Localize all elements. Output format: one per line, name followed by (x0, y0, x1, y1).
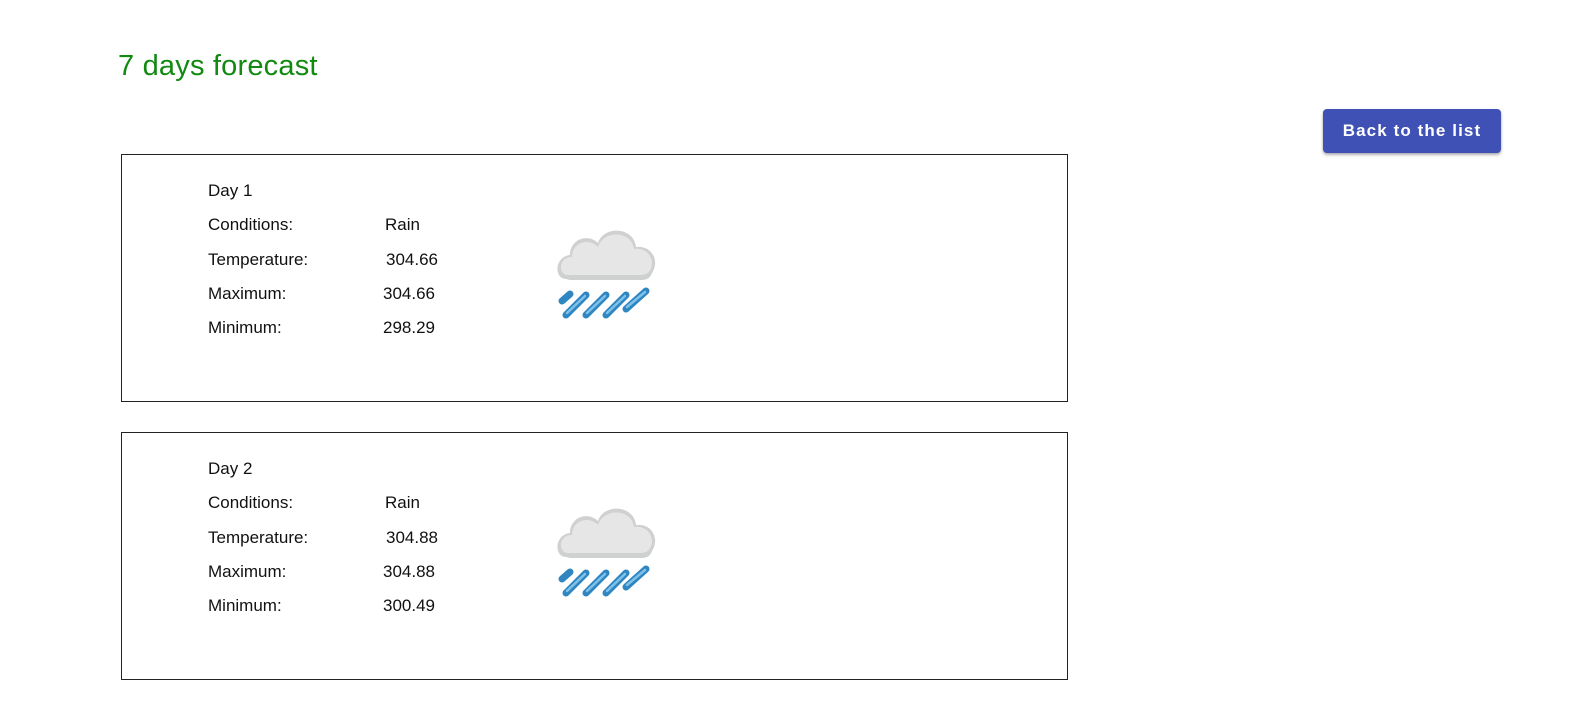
temperature-row: Temperature: 304.88 (208, 528, 438, 548)
temperature-label: Temperature: (208, 528, 309, 547)
temperature-value: 304.66 (386, 250, 438, 269)
temperature-row: Temperature: 304.66 (208, 250, 438, 270)
page-title: 7 days forecast (118, 50, 318, 82)
minimum-row: Minimum: 298.29 (208, 318, 435, 338)
maximum-label: Maximum: (208, 562, 287, 581)
rain-cloud-icon (557, 508, 656, 597)
conditions-value: Rain (385, 493, 420, 512)
day-label: Day 1 (208, 181, 253, 200)
maximum-value: 304.88 (383, 562, 435, 581)
minimum-label: Minimum: (208, 318, 282, 337)
rain-cloud-icon (557, 230, 656, 319)
temperature-label: Temperature: (208, 250, 309, 269)
maximum-label: Maximum: (208, 284, 287, 303)
conditions-label: Conditions: (208, 215, 294, 234)
temperature-value: 304.88 (386, 528, 438, 547)
minimum-value: 300.49 (383, 596, 435, 615)
conditions-label: Conditions: (208, 493, 294, 512)
conditions-row: Conditions: Rain (208, 493, 420, 513)
day-label: Day 2 (208, 459, 253, 478)
minimum-label: Minimum: (208, 596, 282, 615)
conditions-value: Rain (385, 215, 420, 234)
back-to-list-button[interactable]: Back to the list (1323, 109, 1501, 153)
maximum-row: Maximum: 304.66 (208, 284, 435, 304)
maximum-row: Maximum: 304.88 (208, 562, 435, 582)
minimum-row: Minimum: 300.49 (208, 596, 435, 616)
minimum-value: 298.29 (383, 318, 435, 337)
maximum-value: 304.66 (383, 284, 435, 303)
forecast-card-day-2: Day 2 Conditions: Rain Temperature: 304.88… (121, 432, 1068, 680)
forecast-card-day-1: Day 1 Conditions: Rain Temperature: 304.66… (121, 154, 1068, 402)
conditions-row: Conditions: Rain (208, 215, 420, 235)
forecast-list: Day 1 Conditions: Rain Temperature: 304.66… (121, 154, 1068, 710)
